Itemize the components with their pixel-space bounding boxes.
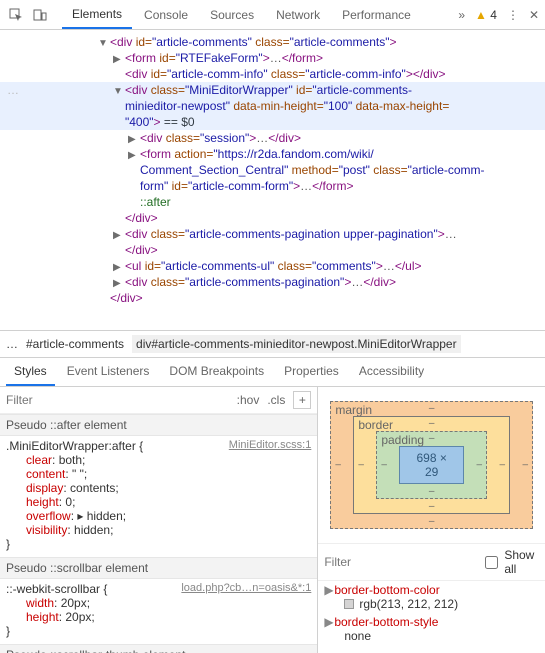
computed-filter-input[interactable]	[324, 555, 479, 569]
padding-label: padding	[381, 433, 424, 447]
dom-node[interactable]: "400"> == $0	[0, 114, 545, 130]
showall-checkbox[interactable]	[485, 556, 498, 569]
subtab-dom-breakpoints[interactable]: DOM Breakpoints	[161, 358, 272, 386]
dom-node[interactable]: </div>	[0, 290, 545, 306]
dom-node[interactable]: ▶<form id="RTEFakeForm">…</form>	[0, 50, 545, 66]
box-model[interactable]: margin –––– border –––– padding –––– 698…	[318, 387, 545, 543]
close-icon[interactable]: ✕	[529, 8, 539, 22]
dom-node[interactable]: minieditor-newpost" data-min-height="100…	[0, 98, 545, 114]
dom-node[interactable]: ▼<div id="article-comments" class="artic…	[0, 34, 545, 50]
dom-node[interactable]: ▶<div class="session">…</div>	[0, 130, 545, 146]
dom-node[interactable]: form" id="article-comm-form">…</form>	[0, 178, 545, 194]
dom-node[interactable]: ▶<div class="article-comments-pagination…	[0, 274, 545, 290]
subtab-properties[interactable]: Properties	[276, 358, 347, 386]
showall-label: Show all	[504, 548, 539, 576]
dom-node[interactable]: Comment_Section_Central" method="post" c…	[0, 162, 545, 178]
breadcrumb-item[interactable]: #article-comments	[26, 337, 124, 351]
subtab-styles[interactable]: Styles	[6, 358, 55, 386]
inspect-icon[interactable]	[6, 5, 26, 25]
cls-toggle[interactable]: .cls	[267, 393, 285, 407]
styles-filter-bar: :hov .cls +	[0, 387, 317, 414]
dom-node[interactable]: </div>	[0, 210, 545, 226]
dom-node[interactable]: ▶<div class="article-comments-pagination…	[0, 226, 545, 242]
subtab-accessibility[interactable]: Accessibility	[351, 358, 432, 386]
breadcrumb-item[interactable]: …	[6, 337, 18, 351]
kebab-icon[interactable]: ⋮	[507, 8, 519, 22]
dom-tree[interactable]: ▼<div id="article-comments" class="artic…	[0, 30, 545, 330]
content-box: 698 × 29	[399, 446, 464, 484]
css-rule[interactable]: .MiniEditorWrapper:after {MiniEditor.scs…	[0, 436, 317, 557]
subtab-event-listeners[interactable]: Event Listeners	[59, 358, 158, 386]
styles-panel: :hov .cls + Pseudo ::after element.MiniE…	[0, 387, 318, 653]
tab-network[interactable]: Network	[266, 2, 330, 28]
dom-node[interactable]: ::after	[0, 194, 545, 210]
dom-node[interactable]: </div>	[0, 242, 545, 258]
hov-toggle[interactable]: :hov	[237, 393, 260, 407]
warnings-badge[interactable]: ▲ 4	[475, 8, 497, 22]
panel-tabs: ElementsConsoleSourcesNetworkPerformance	[62, 1, 421, 29]
computed-filter-bar: Show all	[318, 543, 545, 581]
dom-node[interactable]: ▶<form action="https://r2da.fandom.com/w…	[0, 146, 545, 162]
lower-pane: :hov .cls + Pseudo ::after element.MiniE…	[0, 387, 545, 653]
new-rule-button[interactable]: +	[293, 391, 311, 409]
computed-property[interactable]: ▶border-bottom-colorrgb(213, 212, 212)	[318, 581, 545, 613]
devtools-toolbar: ElementsConsoleSourcesNetworkPerformance…	[0, 0, 545, 30]
tab-elements[interactable]: Elements	[62, 1, 132, 29]
device-icon[interactable]	[30, 5, 50, 25]
dom-node[interactable]: <div id="article-comm-info" class="artic…	[0, 66, 545, 82]
tab-performance[interactable]: Performance	[332, 2, 421, 28]
breadcrumb-item[interactable]: div#article-comments-minieditor-newpost.…	[132, 335, 461, 353]
style-section-header: Pseudo ::scrollbar element	[0, 557, 317, 579]
styles-subtabs: StylesEvent ListenersDOM BreakpointsProp…	[0, 358, 545, 387]
more-tabs-icon[interactable]: »	[458, 8, 465, 22]
dom-node[interactable]: ▶<ul id="article-comments-ul" class="com…	[0, 258, 545, 274]
css-rule[interactable]: ::-webkit-scrollbar {load.php?cb…n=oasis…	[0, 579, 317, 644]
computed-property[interactable]: ▶border-bottom-stylenone	[318, 613, 545, 645]
style-section-header: Pseudo ::scrollbar-thumb element	[0, 644, 317, 653]
styles-list[interactable]: Pseudo ::after element.MiniEditorWrapper…	[0, 414, 317, 653]
style-section-header: Pseudo ::after element	[0, 414, 317, 436]
computed-panel: margin –––– border –––– padding –––– 698…	[318, 387, 545, 653]
margin-label: margin	[335, 403, 372, 417]
border-label: border	[358, 418, 393, 432]
styles-filter-input[interactable]	[6, 393, 229, 407]
tab-sources[interactable]: Sources	[200, 2, 264, 28]
dom-node[interactable]: ▼…<div class="MiniEditorWrapper" id="art…	[0, 82, 545, 98]
source-link[interactable]: load.php?cb…n=oasis&*:1	[181, 582, 311, 596]
tab-console[interactable]: Console	[134, 2, 198, 28]
source-link[interactable]: MiniEditor.scss:1	[229, 439, 312, 453]
computed-list[interactable]: ▶border-bottom-colorrgb(213, 212, 212)▶b…	[318, 581, 545, 653]
breadcrumb[interactable]: … #article-comments div#article-comments-m…	[0, 330, 545, 358]
